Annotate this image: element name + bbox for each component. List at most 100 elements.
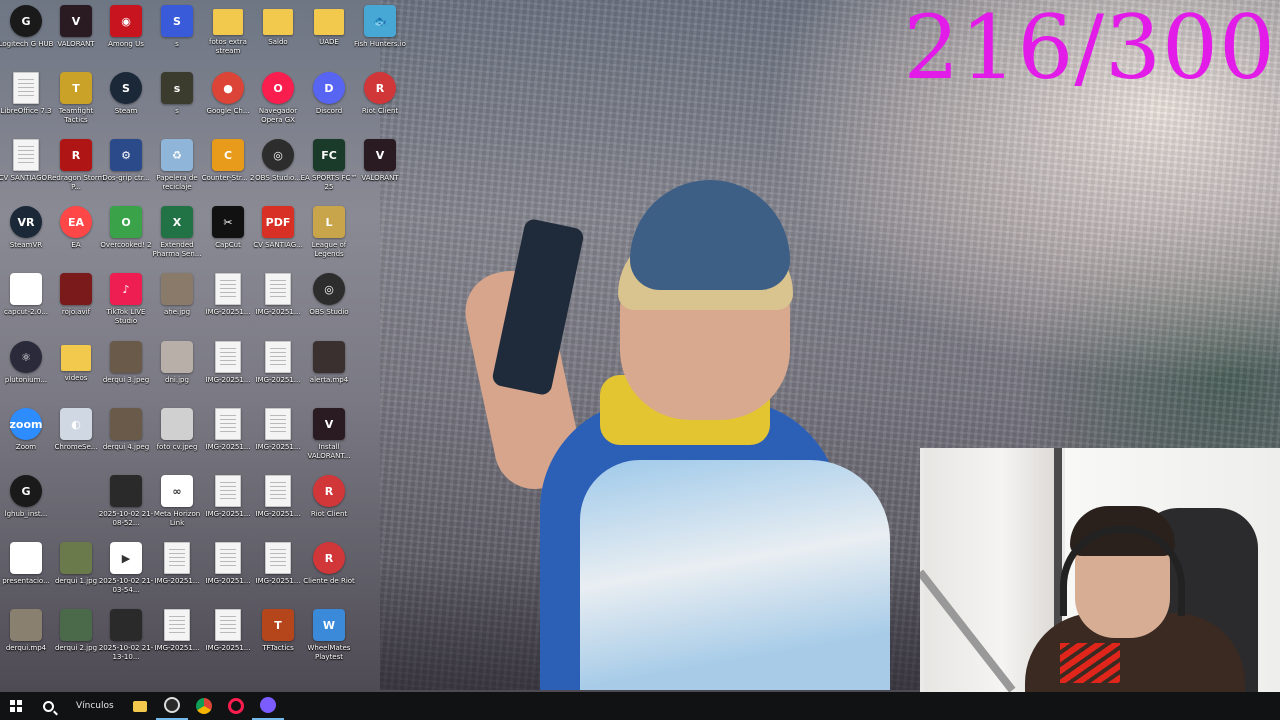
desktop-icon[interactable]: Saldo <box>252 0 304 66</box>
desktop-icon[interactable]: V Install VALORANT... <box>303 403 355 469</box>
desktop-icon[interactable]: T Teamfight Tactics <box>50 67 102 133</box>
desktop-icon[interactable]: IMG-20251... <box>252 268 304 334</box>
taskbar-file-explorer[interactable] <box>124 692 156 720</box>
desktop-icon[interactable]: derqui.mp4 <box>0 604 52 670</box>
desktop-icon-label: lghub_inst... <box>4 510 48 518</box>
desktop-icon-image <box>61 345 91 371</box>
desktop-icon[interactable]: fotos extra stream <box>202 0 254 66</box>
desktop-icon[interactable]: C Counter-Str... 2 <box>202 134 254 200</box>
desktop-icon[interactable]: CV SANTIAGO... <box>0 134 53 200</box>
desktop-icon-image: L <box>313 206 345 238</box>
desktop-icon-image: T <box>60 72 92 104</box>
desktop-icon[interactable]: ⚙ Dos-grip ctr... <box>100 134 152 200</box>
desktop-icon-image <box>161 341 193 373</box>
desktop-icon-image <box>215 609 241 641</box>
desktop-icon[interactable]: S Steam <box>100 67 152 133</box>
desktop-icon[interactable]: R Redragon Storm P... <box>48 134 104 200</box>
desktop-icon-image: s <box>161 72 193 104</box>
desktop-icon-image: ✂ <box>212 206 244 238</box>
taskbar-search-button[interactable] <box>32 692 64 720</box>
desktop-icon-image: V <box>364 139 396 171</box>
desktop-icon[interactable]: R Riot Client <box>303 470 355 536</box>
taskbar-app-purple[interactable] <box>251 692 284 720</box>
desktop-icon[interactable]: UADE <box>303 0 355 66</box>
desktop-icon-image <box>10 609 42 641</box>
desktop-icon[interactable]: 2025-10-02 21-08-52... <box>99 470 153 536</box>
desktop-icon[interactable]: rojo.avif <box>50 268 102 334</box>
desktop-icon[interactable]: ● Google Ch... <box>202 67 254 133</box>
desktop-icon[interactable]: V VALORANT <box>50 0 102 66</box>
desktop-icon[interactable]: ◎ OBS Studio <box>303 268 355 334</box>
desktop-icon[interactable]: PDF CV SANTIAG... <box>252 201 304 267</box>
desktop-icon[interactable]: EA EA <box>50 201 102 267</box>
desktop-icon[interactable]: foto cv.jpeg <box>151 403 203 469</box>
desktop-icon[interactable]: IMG-20251... <box>202 403 254 469</box>
desktop-icon[interactable]: presentacio... <box>0 537 52 603</box>
desktop-icon[interactable]: ahe.jpg <box>151 268 203 334</box>
desktop-icon[interactable]: ⚛ plutonium... <box>0 336 52 402</box>
desktop-icon[interactable]: IMG-20251... <box>202 268 254 334</box>
desktop-icon[interactable]: O Overcooked! 2 <box>100 201 152 267</box>
start-button[interactable] <box>0 692 32 720</box>
desktop-icon[interactable]: D Discord <box>303 67 355 133</box>
desktop-icon[interactable]: Ss <box>151 0 203 66</box>
desktop-icon[interactable]: ◐ ChromeSe... <box>50 403 102 469</box>
desktop-icon[interactable]: R Riot Client <box>354 67 406 133</box>
desktop-icon[interactable]: videos <box>50 336 102 402</box>
desktop-icon[interactable]: derqui 1.jpg <box>50 537 102 603</box>
desktop-icon[interactable]: ✂ CapCut <box>202 201 254 267</box>
desktop-icon[interactable]: VR SteamVR <box>0 201 52 267</box>
desktop-icon[interactable]: FC EA SPORTS FC™ 25 <box>301 134 357 200</box>
desktop-icon[interactable]: ▶ 2025-10-02 21-03-54... <box>99 537 153 603</box>
desktop-icon-image <box>10 273 42 305</box>
desktop-icon[interactable]: IMG-20251... <box>252 537 304 603</box>
desktop-icon[interactable]: 2025-10-02 21-13-10... <box>99 604 153 670</box>
desktop-icon[interactable]: IMG-20251... <box>151 604 203 670</box>
desktop-icon[interactable]: IMG-20251... <box>202 604 254 670</box>
desktop-icon[interactable]: LibreOffice 7.3 <box>0 67 52 133</box>
desktop-icon[interactable]: ss <box>151 67 203 133</box>
desktop-icon[interactable]: O Navegador Opera GX <box>252 67 304 133</box>
desktop-icon[interactable]: IMG-20251... <box>252 336 304 402</box>
desktop-icon[interactable]: T TFTactics <box>252 604 304 670</box>
desktop-icon[interactable]: ◎ OBS Studio... <box>252 134 304 200</box>
desktop-icon[interactable]: W WheelMates Playtest <box>303 604 355 670</box>
desktop-icon[interactable]: IMG-20251... <box>202 336 254 402</box>
taskbar-logitech-g-hub[interactable] <box>155 692 188 720</box>
desktop-icon[interactable]: ◉ Among Us <box>100 0 152 66</box>
desktop-icon[interactable]: derqui 2.jpg <box>50 604 102 670</box>
desktop-icon[interactable]: V VALORANT <box>354 134 406 200</box>
desktop-icon[interactable]: derqui 3.jpeg <box>100 336 152 402</box>
desktop-icon[interactable]: ∞ Meta Horizon Link <box>151 470 203 536</box>
desktop-icon[interactable]: zoom Zoom <box>0 403 52 469</box>
desktop-icon[interactable]: capcut-2.0... <box>0 268 52 334</box>
desktop-icon[interactable]: ♪ TikTok LIVE Studio <box>100 268 152 334</box>
desktop-icon[interactable]: G Logitech G HUB <box>0 0 53 66</box>
desktop-icon[interactable]: 🐟 Fish Hunters.io <box>354 0 406 66</box>
desktop-icon[interactable]: IMG-20251... <box>252 470 304 536</box>
chrome-icon <box>195 698 212 714</box>
desktop-icon[interactable]: derqui 4.jpeg <box>100 403 152 469</box>
desktop-icon-image <box>110 341 142 373</box>
desktop-icon[interactable]: IMG-20251... <box>202 537 254 603</box>
desktop-icon[interactable]: dni.jpg <box>151 336 203 402</box>
desktop-icon[interactable]: Glghub_inst... <box>0 470 52 536</box>
figure-flag <box>580 460 890 690</box>
desktop-icon-image: ♻ <box>161 139 193 171</box>
desktop-icon[interactable]: L League of Legends <box>303 201 355 267</box>
desktop-icon[interactable]: IMG-20251... <box>202 470 254 536</box>
desktop-icon[interactable]: IMG-20251... <box>151 537 203 603</box>
desktop-icon[interactable]: IMG-20251... <box>252 403 304 469</box>
taskbar-links-toolbar[interactable]: Vínculos <box>64 701 124 711</box>
taskbar-opera-gx[interactable] <box>220 692 252 720</box>
desktop-icon-image <box>215 475 241 507</box>
taskbar-google-chrome[interactable] <box>188 692 220 720</box>
desktop-icon[interactable]: R Cliente de Riot <box>303 537 355 603</box>
desktop-icon-image <box>314 9 344 35</box>
desktop-icon[interactable]: ♻ Papelera de reciclaje <box>151 134 203 200</box>
desktop-icon[interactable]: X Extended Pharma Sen... <box>151 201 203 267</box>
desktop-icon-image <box>263 9 293 35</box>
windows-start-icon <box>10 700 22 712</box>
desktop-icon[interactable]: alerta.mp4 <box>303 336 355 402</box>
desktop-icon-image <box>265 273 291 305</box>
